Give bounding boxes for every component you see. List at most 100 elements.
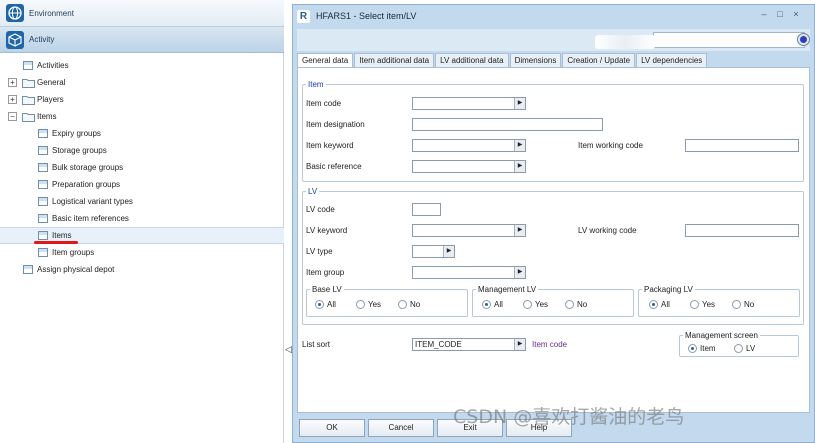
tree-item[interactable]: Storage groups [0,142,284,159]
item-group-label: Item group [306,268,345,277]
tree-item[interactable]: Expiry groups [0,125,284,142]
dropdown-arrow-icon[interactable]: ▶ [514,225,525,236]
tree-item-label: Bulk storage groups [52,163,124,172]
tree-item[interactable]: Bulk storage groups [0,159,284,176]
general-data-panel: Item Item code ▶ Item designation Item k… [297,67,810,413]
packaging-lv-all-radio[interactable]: All [649,300,670,309]
item-code-label: Item code [306,99,342,108]
tree-item-label: Items [37,112,57,121]
management-lv-legend: Management LV [478,285,537,294]
tree-item-label: Items [52,231,72,240]
basic-reference-label: Basic reference [306,162,362,171]
globe-button-icon[interactable] [798,34,809,45]
item-code-combo[interactable]: ▶ [412,97,526,110]
dropdown-arrow-icon[interactable]: ▶ [514,267,525,278]
ok-button[interactable]: OK [299,419,365,437]
document-icon [38,163,48,172]
base-lv-yes-radio[interactable]: Yes [356,300,381,309]
app-logo: R [297,9,310,23]
document-icon [23,61,33,70]
tab-dimensions[interactable]: Dimensions [509,53,562,68]
activity-tree: Activities + General + Players − Items Expiry g… [0,57,284,278]
tree-item[interactable]: Activities [0,57,284,74]
item-keyword-label: Item keyword [306,141,354,150]
dropdown-arrow-icon[interactable]: ▶ [514,161,525,172]
tab-lv-additional-data[interactable]: LV additional data [435,53,509,68]
dialog-titlebar[interactable]: R HFARS1 - Select item/LV – □ × [293,5,814,27]
cancel-button[interactable]: Cancel [368,419,434,437]
item-working-code-label: Item working code [578,141,643,150]
management-lv-yes-radio[interactable]: Yes [523,300,548,309]
tree-item-label: Assign physical depot [37,265,115,274]
expand-icon[interactable]: + [8,78,17,87]
dropdown-arrow-icon[interactable]: ▶ [514,140,525,151]
item-keyword-combo[interactable]: ▶ [412,139,526,152]
management-lv-no-radio[interactable]: No [565,300,587,309]
base-lv-legend: Base LV [312,285,342,294]
tree-item-label: Logistical variant types [52,197,133,206]
minimize-button[interactable]: – [757,9,771,19]
blurred-region [595,35,655,49]
item-group-combo[interactable]: ▶ [412,266,526,279]
basic-reference-combo[interactable]: ▶ [412,160,526,173]
tree-item-label: Expiry groups [52,129,101,138]
management-lv-all-radio[interactable]: All [482,300,503,309]
item-designation-field[interactable] [412,118,603,131]
tree-item[interactable]: Basic item references [0,210,284,227]
select-item-dialog: R HFARS1 - Select item/LV – □ × General … [292,4,815,443]
tree-item[interactable]: + General [0,74,284,91]
tree-item[interactable]: − Items [0,108,284,125]
management-screen-lv-radio[interactable]: LV [734,344,755,353]
packaging-lv-no-radio[interactable]: No [732,300,754,309]
tree-item-label: Activities [37,61,69,70]
search-field[interactable] [653,32,805,48]
environment-header[interactable]: Environment [0,0,284,27]
document-icon [38,180,48,189]
tree-item-label: Storage groups [52,146,107,155]
document-icon [38,146,48,155]
base-lv-all-radio[interactable]: All [315,300,336,309]
maximize-button[interactable]: □ [773,9,787,19]
document-icon [38,231,48,240]
tree-item[interactable]: Logistical variant types [0,193,284,210]
lv-group-legend: LV [308,187,318,196]
packaging-lv-yes-radio[interactable]: Yes [690,300,715,309]
item-group-legend: Item [308,80,324,89]
tree-item-label: Preparation groups [52,180,121,189]
lv-type-combo[interactable]: ▶ [412,245,455,258]
lv-code-field[interactable] [412,203,441,216]
close-button[interactable]: × [789,9,803,19]
management-screen-legend: Management screen [685,331,758,340]
list-sort-hint: Item code [532,340,568,349]
environment-header-label: Environment [29,8,74,18]
dropdown-arrow-icon[interactable]: ▶ [514,98,525,109]
dialog-toolbar [297,29,810,51]
collapse-icon[interactable]: − [8,112,17,121]
lv-keyword-combo[interactable]: ▶ [412,224,526,237]
red-underline-annotation [34,241,78,244]
lv-working-code-field[interactable] [685,224,799,237]
collapse-arrow-icon[interactable]: ◁ [285,344,292,355]
document-icon [23,265,33,274]
tab-general-data[interactable]: General data [297,53,354,68]
tab-lv-dependencies[interactable]: LV dependencies [636,53,708,68]
dropdown-arrow-icon[interactable]: ▶ [443,246,454,257]
tab-creation-update[interactable]: Creation / Update [562,53,636,68]
tree-item[interactable]: + Players [0,91,284,108]
tree-item[interactable]: Assign physical depot [0,261,284,278]
activity-header[interactable]: Activity [0,27,284,53]
expand-icon[interactable]: + [8,95,17,104]
tree-item[interactable]: Item groups [0,244,284,261]
base-lv-no-radio[interactable]: No [398,300,420,309]
list-sort-combo[interactable]: ITEM_CODE ▶ [412,338,526,351]
item-working-code-field[interactable] [685,139,799,152]
list-sort-label: List sort [302,340,331,349]
tree-item-label: Players [37,95,64,104]
navigation-panel: Environment Activity Activities + General +… [0,0,284,443]
tab-item-additional-data[interactable]: Item additional data [354,53,435,68]
dialog-tabs: General data Item additional data LV add… [297,53,708,68]
dropdown-arrow-icon[interactable]: ▶ [514,339,525,350]
tree-item[interactable]: Preparation groups [0,176,284,193]
watermark: CSDN @喜欢打酱油的老鸟 [453,406,685,428]
management-screen-item-radio[interactable]: Item [688,344,716,353]
